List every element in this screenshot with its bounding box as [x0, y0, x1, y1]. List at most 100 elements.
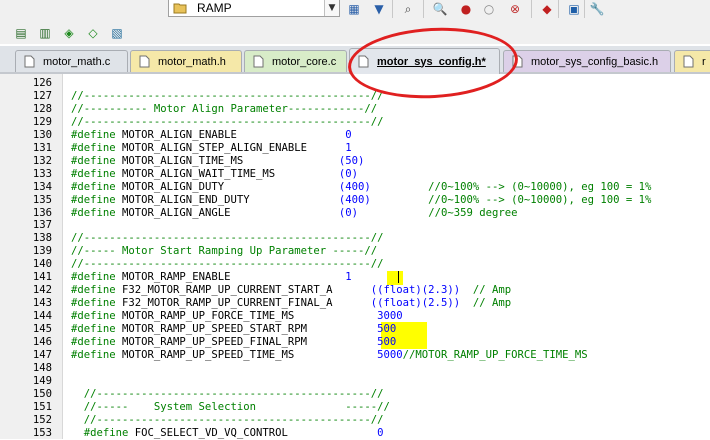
code-token-text: MOTOR_RAMP_UP_SPEED_START_RPM	[122, 323, 378, 336]
code-line: 137	[0, 219, 710, 232]
batch-build-icon[interactable]: ◇	[84, 24, 102, 42]
code-text: //--------------------------------------…	[71, 388, 384, 401]
code-token-pp: #define	[71, 154, 123, 167]
code-token-pp: #define	[71, 426, 135, 439]
build-target-combo[interactable]: RAMP ▼	[168, 0, 340, 17]
folder-icon	[173, 3, 187, 14]
toolbar: ▦ ▼ ⌕ 🔍 ● ○ ⊗ ◆ ▣ 🔧 RAMP ▼ ▤ ▥ ◈ ◇ ▧	[0, 0, 710, 44]
line-number: 133	[32, 167, 52, 180]
code-text: #define F32_MOTOR_RAMP_UP_CURRENT_START_…	[71, 284, 511, 297]
code-token-comment: //--------------------------------------…	[71, 232, 384, 245]
code-token-text: MOTOR_RAMP_ENABLE	[122, 271, 346, 284]
code-text: //--------------------------------------…	[71, 258, 384, 271]
code-line: 134 #define MOTOR_ALIGN_DUTY (400) //0~10…	[0, 181, 710, 194]
debug-start-icon[interactable]: 🔍	[431, 0, 449, 18]
code-token-text: MOTOR_ALIGN_DUTY	[122, 180, 339, 193]
code-token-text: F32_MOTOR_RAMP_UP_CURRENT_FINAL_A	[122, 297, 371, 310]
code-text: //---------- Motor Align Parameter------…	[71, 103, 377, 116]
toolbar-separator	[531, 0, 532, 18]
toolbar-separator	[423, 0, 424, 18]
code-line: 129 //-----------------------------------…	[0, 116, 710, 129]
code-text: #define MOTOR_ALIGN_ENABLE 0	[71, 129, 352, 142]
window-layout-icon[interactable]: ▣	[565, 0, 583, 18]
code-line: 144 #define MOTOR_RAMP_UP_FORCE_TIME_MS 3…	[0, 310, 710, 323]
code-text: //--------------------------------------…	[71, 232, 384, 245]
code-token-num: (400)	[338, 193, 371, 206]
code-line: 149	[0, 375, 710, 388]
code-token-comment: //MOTOR_RAMP_UP_FORCE_TIME_MS	[402, 348, 588, 361]
breakpoint-insert-icon[interactable]: ●	[457, 0, 475, 18]
file-icon	[253, 55, 264, 68]
line-number: 130	[32, 128, 52, 141]
code-token-text: MOTOR_ALIGN_WAIT_TIME_MS	[122, 167, 339, 180]
line-number: 147	[32, 348, 52, 361]
code-line: 153 #define FOC_SELECT_VD_VQ_CONTROL 0	[0, 427, 710, 440]
code-token-pp: #define	[71, 206, 123, 219]
code-text: //----- System Selection -----//	[71, 401, 390, 414]
code-token-pp: #define	[71, 167, 123, 180]
stop-build-icon[interactable]: ▧	[108, 24, 126, 42]
breakpoint-disable-icon[interactable]: ○	[480, 0, 498, 18]
code-token-text: MOTOR_ALIGN_ANGLE	[122, 206, 339, 219]
build-icon[interactable]: ▥	[36, 24, 54, 42]
tab-motor-core-c[interactable]: motor_core.c	[244, 50, 347, 72]
download-icon[interactable]: ▼	[370, 0, 388, 18]
code-token-comment: //--------------------------------------…	[71, 89, 384, 102]
code-text: #define MOTOR_ALIGN_WAIT_TIME_MS (0)	[71, 168, 358, 181]
code-text: #define MOTOR_RAMP_UP_SPEED_START_RPM 50…	[71, 323, 396, 336]
code-line: 143 #define F32_MOTOR_RAMP_UP_CURRENT_FIN…	[0, 297, 710, 310]
breakpoint-clear-icon[interactable]: ◆	[538, 0, 556, 18]
code-line: 128 //---------- Motor Align Parameter---…	[0, 103, 710, 116]
code-text: //--------------------------------------…	[71, 116, 384, 129]
code-token-num: 0	[377, 426, 384, 439]
build-target-value: RAMP	[197, 1, 232, 15]
code-token-num: ((float)(2.3))	[370, 284, 461, 297]
code-token-comment: // Amp	[460, 284, 512, 297]
code-line: 131 #define MOTOR_ALIGN_STEP_ALIGN_ENABLE…	[0, 142, 710, 155]
code-token-num: 500	[377, 336, 397, 348]
tab-label: motor_core.c	[272, 55, 337, 68]
code-editor[interactable]: 126 127 //--------------------------------…	[0, 74, 710, 439]
tab-motor-sys-config-basic-h[interactable]: motor_sys_config_basic.h	[503, 50, 671, 72]
code-text: #define MOTOR_ALIGN_ANGLE (0) //0~359 de…	[71, 207, 517, 220]
code-token-num: (400)	[338, 180, 371, 193]
code-token-text: MOTOR_RAMP_UP_SPEED_FINAL_RPM	[122, 336, 378, 348]
line-number: 135	[32, 193, 52, 206]
chevron-down-icon[interactable]: ▼	[324, 0, 339, 16]
code-token-comment: //0~100% --> (0~10000), eg 100 = 1%	[370, 180, 652, 193]
tab-motor-math-h[interactable]: motor_math.h	[130, 50, 242, 72]
code-line: 130 #define MOTOR_ALIGN_ENABLE 0	[0, 129, 710, 142]
rebuild-icon[interactable]: ◈	[60, 24, 78, 42]
code-token-num: 3000	[377, 310, 403, 323]
code-token-pp: #define	[71, 193, 123, 206]
code-token-num: (0)	[338, 167, 359, 180]
tab-motor-math-c[interactable]: motor_math.c	[15, 50, 128, 72]
build-config-icon[interactable]: ▦	[345, 0, 363, 18]
code-token-comment: //----- Motor Start Ramping Up Parameter…	[71, 245, 378, 258]
translate-icon[interactable]: ▤	[12, 24, 30, 42]
line-number: 141	[32, 271, 52, 284]
code-token-num: ((float)(2.5))	[370, 297, 461, 310]
code-token-comment: //--------------------------------------…	[71, 258, 384, 271]
code-text: //--------------------------------------…	[71, 90, 384, 103]
find-in-files-icon[interactable]: ⌕	[399, 0, 417, 18]
line-number: 131	[32, 141, 52, 154]
line-number: 142	[32, 284, 52, 297]
breakpoint-kill-all-icon[interactable]: ⊗	[506, 0, 524, 18]
code-token-num: 1	[345, 271, 352, 284]
file-icon	[139, 55, 150, 68]
tab-r[interactable]: r	[674, 50, 710, 72]
tab-label: motor_math.c	[43, 55, 111, 68]
code-text: #define MOTOR_RAMP_UP_FORCE_TIME_MS 3000	[71, 310, 403, 323]
code-text: #define MOTOR_RAMP_UP_SPEED_TIME_MS 5000…	[71, 349, 588, 362]
configure-icon[interactable]: 🔧	[588, 0, 606, 18]
code-line: 146 #define MOTOR_RAMP_UP_SPEED_FINAL_RPM…	[0, 336, 710, 349]
code-token-pp: #define	[71, 141, 123, 154]
code-text: //----- Motor Start Ramping Up Parameter…	[71, 245, 377, 258]
code-token-pp: #define	[71, 128, 123, 141]
line-number: 126	[32, 77, 52, 89]
code-line: 142 #define F32_MOTOR_RAMP_UP_CURRENT_STA…	[0, 284, 710, 297]
line-number: 137	[32, 219, 52, 232]
code-text: #define MOTOR_ALIGN_END_DUTY (400) //0~1…	[71, 194, 651, 207]
code-token-text: MOTOR_ALIGN_ENABLE	[122, 128, 346, 141]
